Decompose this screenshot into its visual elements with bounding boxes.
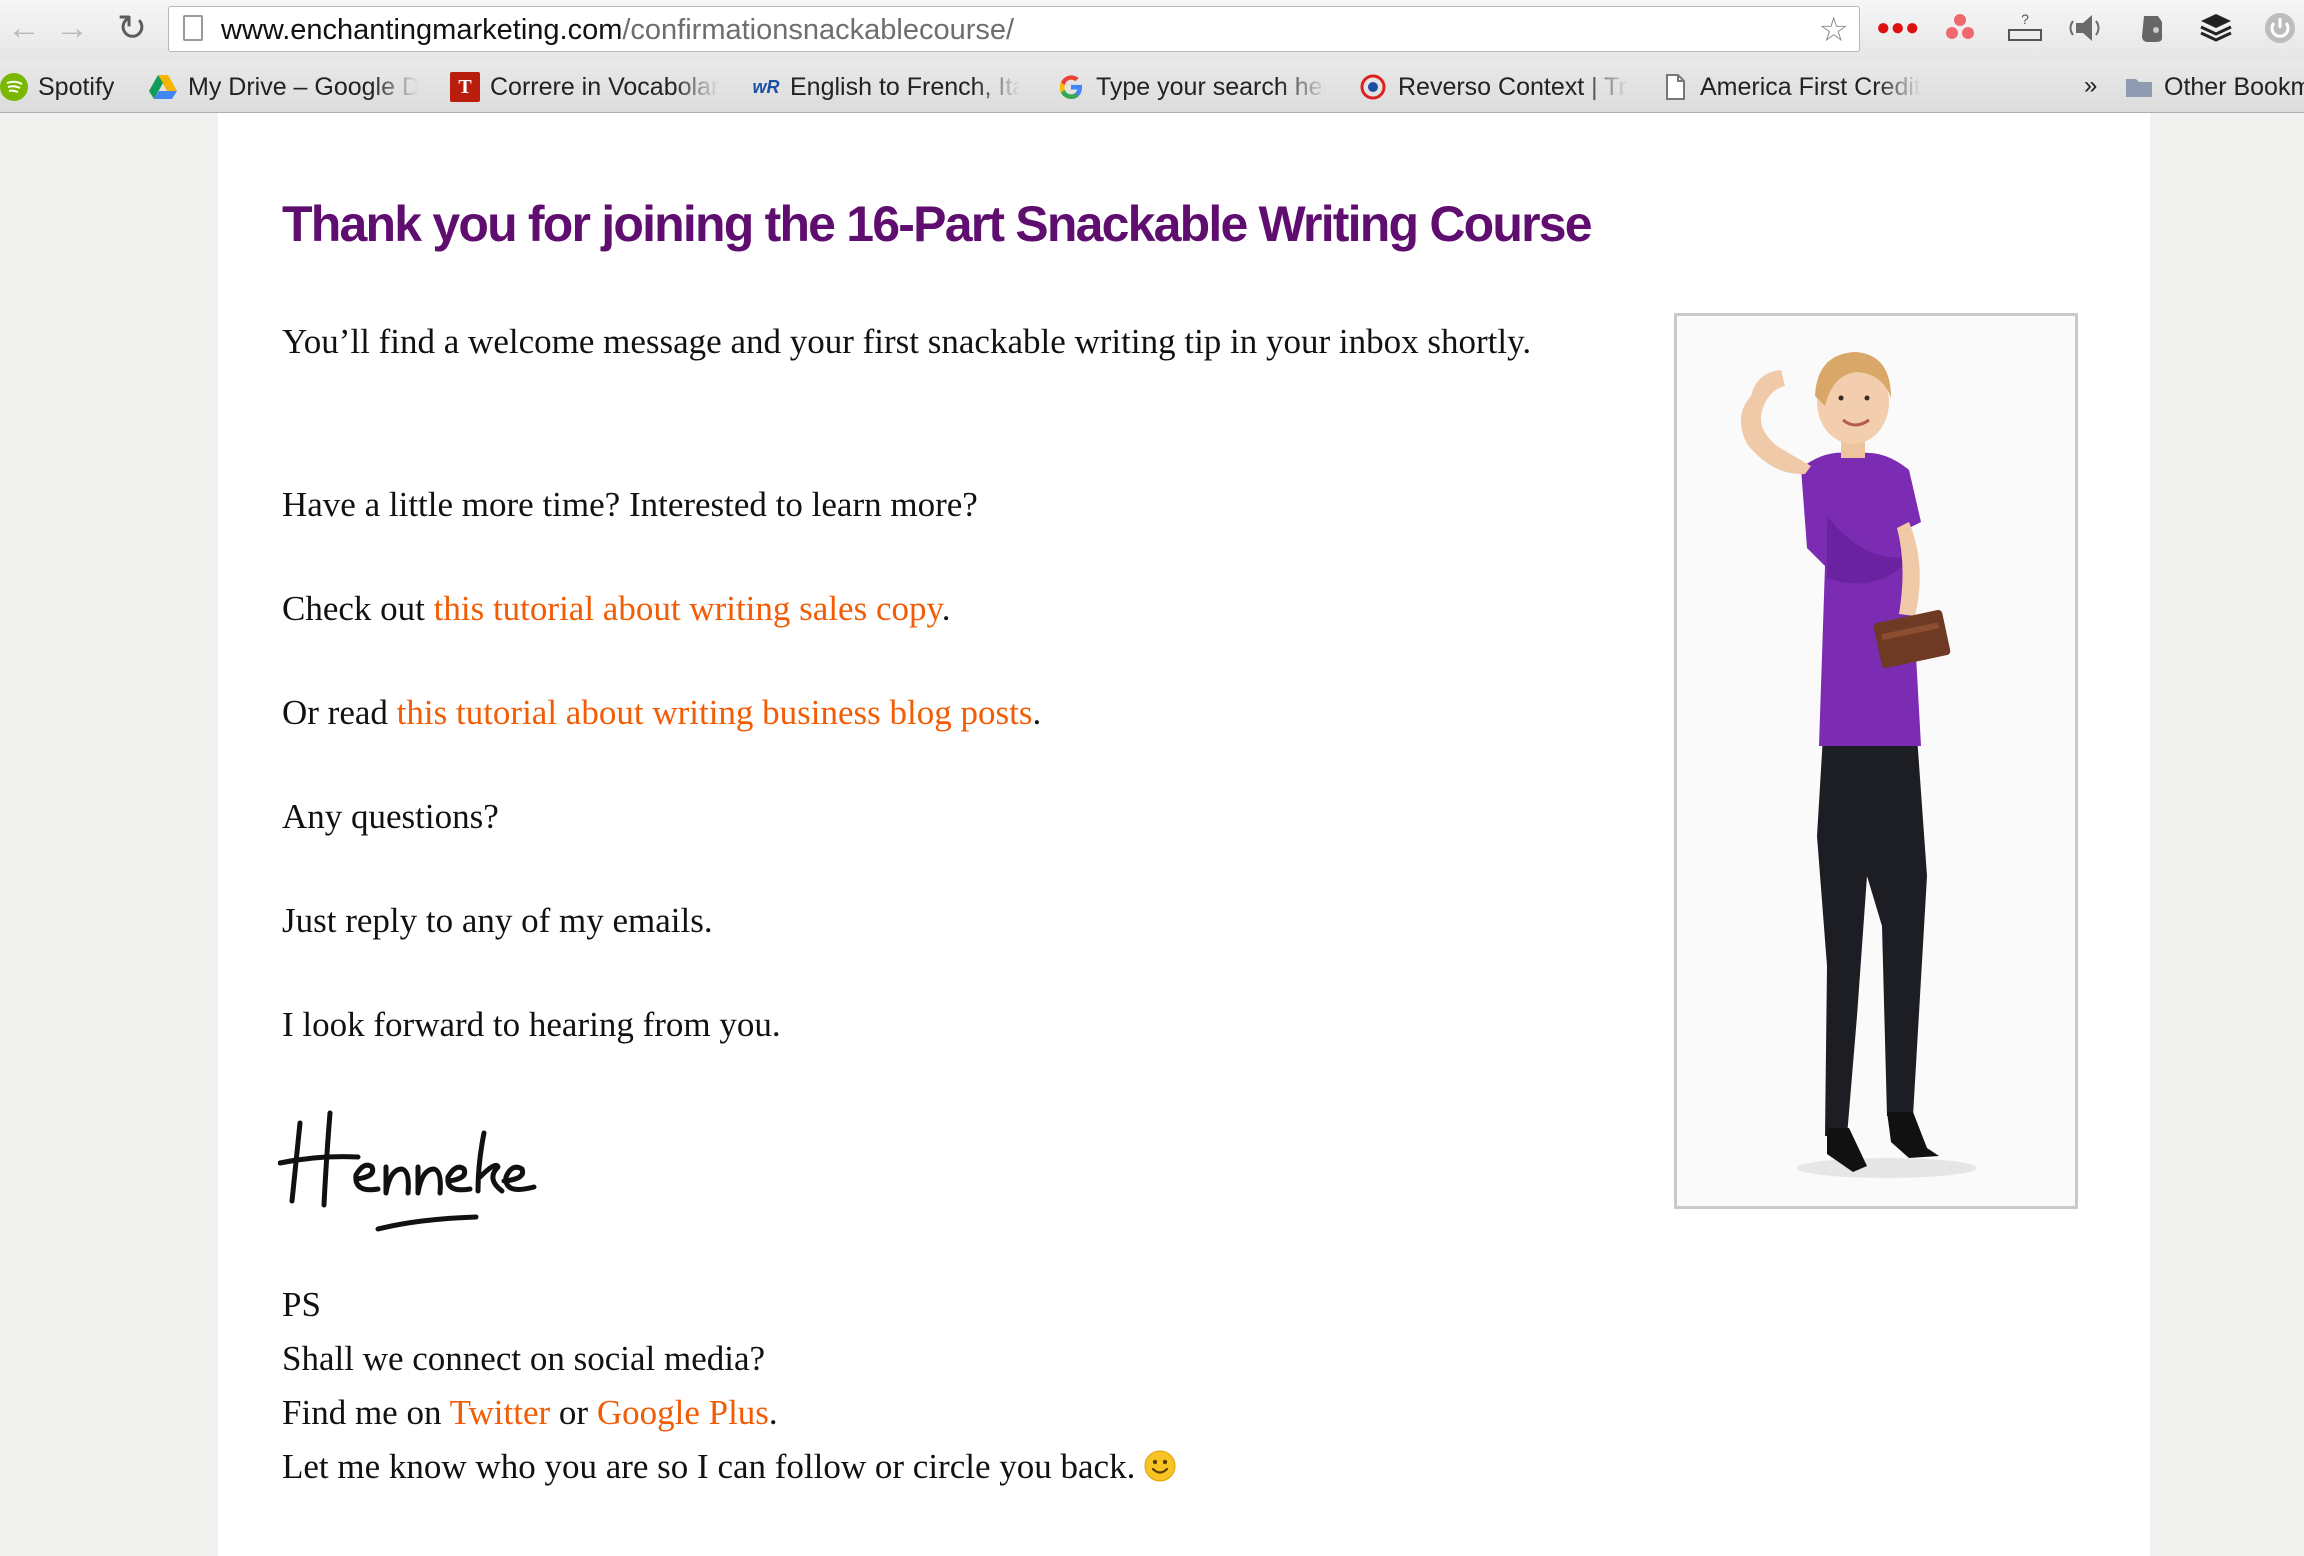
look-forward-paragraph: I look forward to hearing from you. [282,1005,781,1044]
page-content: Thank you for joining the 16-Part Snacka… [218,113,2150,1556]
asana-icon[interactable] [1940,10,1980,46]
page-icon [183,15,203,41]
svg-text:?: ? [2021,11,2029,27]
url-host: www.enchantingmarketing.com [221,14,623,46]
evernote-icon[interactable] [2132,10,2172,46]
browser-toolbar: ← → ↻ www.enchantingmarketing.com/confir… [0,0,2304,60]
folder-icon [2124,72,2154,102]
bookmark-label: Correre in Vocabolar [490,73,720,102]
smiley-icon [1144,1450,1176,1482]
lastpass-icon[interactable]: ●●● [1876,10,1920,46]
sales-copy-suffix: . [941,589,951,628]
bookmark-google-search[interactable]: Type your search her [1056,69,1326,103]
bookmark-america-first[interactable]: America First Credit [1660,69,1921,103]
ps-follow-text: Let me know who you are so I can follow … [282,1447,1136,1486]
other-bookmarks[interactable]: Other Bookm [2124,69,2304,103]
find-me-prefix: Find me on [282,1393,450,1432]
tray-icon[interactable]: ? [2005,10,2045,46]
more-time-paragraph: Have a little more time? Interested to l… [282,485,978,524]
bookmark-reverso[interactable]: Reverso Context | Tra [1358,69,1628,103]
url-text[interactable]: www.enchantingmarketing.com/confirmation… [221,14,1014,47]
blog-posts-paragraph: Or read this tutorial about writing busi… [282,686,1041,740]
welcome-paragraph: You’ll find a welcome message and your f… [282,322,1532,361]
other-bookmarks-label: Other Bookm [2164,73,2304,102]
bookmarks-bar: Spotify My Drive – Google D T Correre in … [0,60,2304,113]
speaker-icon[interactable] [2068,10,2108,46]
overflow-label: » [2084,72,2098,99]
blog-posts-prefix: Or read [282,693,397,732]
bookmark-label: English to French, Ita [790,73,1020,102]
bookmark-label: Spotify [38,73,115,102]
forward-arrow-icon[interactable]: → [52,8,92,48]
find-me-suffix: . [768,1393,778,1432]
ps-find-me-line: Find me on Twitter or Google Plus. [282,1386,778,1440]
bookmark-label: America First Credit [1700,73,1921,102]
bookmarks-overflow-chevron[interactable]: » [2084,69,2097,103]
reverso-icon [1358,72,1388,102]
blog-posts-suffix: . [1032,693,1042,732]
page-icon [1660,72,1690,102]
google-icon [1056,72,1086,102]
spotify-icon [0,73,28,102]
find-me-middle: or [550,1393,597,1432]
sales-copy-paragraph: Check out this tutorial about writing sa… [282,582,950,636]
ps-follow-line: Let me know who you are so I can follow … [282,1440,1176,1494]
treccani-icon: T [450,72,480,103]
sales-copy-prefix: Check out [282,589,434,628]
power-icon[interactable] [2260,10,2300,46]
bookmark-spotify[interactable]: Spotify [0,69,114,103]
bookmark-label: Type your search her [1096,73,1326,102]
google-plus-link[interactable]: Google Plus [597,1393,769,1432]
ps-label: PS [282,1285,321,1324]
google-drive-icon [148,72,178,102]
sales-copy-tutorial-link[interactable]: this tutorial about writing sales copy [434,589,942,628]
bookmark-my-drive[interactable]: My Drive – Google D [148,69,418,103]
back-arrow-icon[interactable]: ← [4,8,44,48]
blog-posts-tutorial-link[interactable]: this tutorial about writing business blo… [397,693,1033,732]
signature-image [278,1110,537,1232]
reply-paragraph: Just reply to any of my emails. [282,901,713,940]
address-bar[interactable]: www.enchantingmarketing.com/confirmation… [168,6,1860,52]
questions-paragraph: Any questions? [282,797,499,836]
wordreference-icon: wR [752,77,780,98]
reload-icon[interactable]: ↻ [112,8,152,48]
page-title: Thank you for joining the 16-Part Snacka… [282,196,1593,252]
url-path: /confirmationsnackablecourse/ [622,14,1015,46]
ps-connect-line: Shall we connect on social media? [282,1339,766,1378]
bookmark-label: Reverso Context | Tra [1398,73,1628,102]
bookmark-star-icon[interactable]: ☆ [1819,10,1849,50]
bookmark-wordreference[interactable]: wR English to French, Ita [752,69,1021,103]
bookmark-label: My Drive – Google D [188,73,418,102]
bookmark-correre[interactable]: T Correre in Vocabolar [450,69,719,103]
buffer-icon[interactable] [2196,10,2236,46]
twitter-link[interactable]: Twitter [450,1393,551,1432]
author-photo [1674,313,2078,1209]
